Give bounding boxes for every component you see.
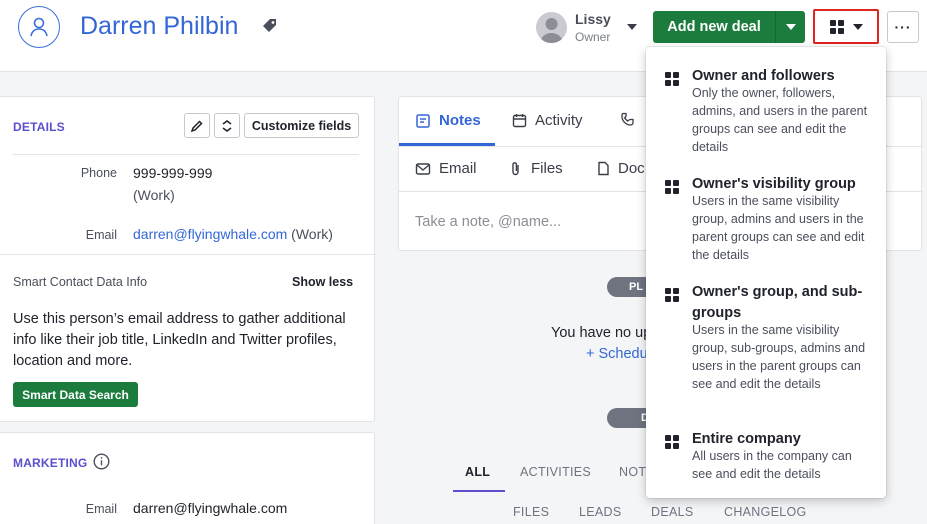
person-avatar <box>18 6 60 48</box>
pencil-icon <box>190 119 203 132</box>
email-label: Email <box>85 228 117 242</box>
visibility-grid-icon <box>665 72 679 86</box>
add-new-deal-button[interactable]: Add new deal <box>653 11 775 43</box>
paperclip-icon <box>512 161 519 175</box>
option-description: Only the owner, followers, admins, and u… <box>692 86 868 154</box>
visibility-grid-icon <box>665 435 679 449</box>
tag-icon[interactable] <box>262 18 278 37</box>
edit-button[interactable] <box>184 113 210 138</box>
customize-fields-button[interactable]: Customize fields <box>244 113 359 138</box>
email-type: (Work) <box>291 226 333 242</box>
visibility-dropdown-menu: Owner and followers Only the owner, foll… <box>646 47 886 498</box>
visibility-button[interactable] <box>813 9 879 44</box>
history-tab-leads[interactable]: LEADS <box>579 505 622 519</box>
owner-chevron-down-icon[interactable] <box>627 24 637 30</box>
user-silhouette-icon <box>540 18 563 43</box>
person-name: Darren Philbin <box>80 12 239 40</box>
smart-data-search-button[interactable]: Smart Data Search <box>13 382 138 407</box>
option-description: Users in the same visibility group, sub-… <box>692 323 866 391</box>
owner-role: Owner <box>575 30 611 44</box>
more-actions-button[interactable]: ··· <box>887 11 919 43</box>
info-icon[interactable] <box>93 453 110 473</box>
tab-email[interactable]: Email <box>415 160 477 177</box>
add-deal-options-button[interactable] <box>775 11 805 43</box>
visibility-option-group-subgroups[interactable]: Owner's group, and sub-groups Users in t… <box>646 282 886 412</box>
tab-files[interactable]: Files <box>509 160 563 177</box>
history-tab-files[interactable]: FILES <box>513 505 549 519</box>
history-tab-all[interactable]: ALL <box>465 465 490 479</box>
empty-activities-text: You have no up <box>551 325 652 341</box>
calendar-icon <box>512 114 527 128</box>
show-less-link[interactable]: Show less <box>292 275 353 289</box>
marketing-section-title: MARKETING <box>13 456 88 470</box>
tab-documents-label: Doc <box>618 160 645 177</box>
option-description: All users in the company can see and edi… <box>692 449 852 481</box>
add-deal-split-button: Add new deal <box>653 11 805 43</box>
chevron-up-down-icon <box>222 119 232 132</box>
marketing-email-label: Email <box>85 502 117 516</box>
phone-type: (Work) <box>133 187 175 203</box>
phone-value-link[interactable]: 999-999-999 <box>133 165 212 181</box>
visibility-grid-icon <box>829 19 844 34</box>
details-section-title: DETAILS <box>13 120 65 134</box>
tab-notes[interactable]: Notes <box>415 112 481 129</box>
history-active-indicator <box>453 490 505 492</box>
smart-data-title: Smart Contact Data Info <box>13 275 148 289</box>
divider <box>0 254 376 255</box>
visibility-grid-icon <box>665 288 679 302</box>
visibility-option-entire-company[interactable]: Entire company All users in the company … <box>646 429 886 484</box>
chevron-down-icon <box>852 23 863 30</box>
notes-icon <box>416 113 430 128</box>
details-card: DETAILS Customize fields Phone 999-999-9… <box>0 96 376 422</box>
tab-files-label: Files <box>531 160 563 177</box>
tab-activity-label: Activity <box>535 112 583 129</box>
visibility-option-owner-followers[interactable]: Owner and followers Only the owner, foll… <box>646 66 886 156</box>
schedule-activity-link[interactable]: + Schedu <box>586 346 648 362</box>
tab-documents[interactable]: Doc <box>597 160 645 177</box>
email-value-link[interactable]: darren@flyingwhale.com <box>133 226 287 242</box>
owner-avatar[interactable] <box>536 12 567 43</box>
person-icon <box>30 17 48 37</box>
visibility-grid-icon <box>665 180 679 194</box>
marketing-email-value: darren@flyingwhale.com <box>133 500 288 516</box>
divider <box>13 154 359 155</box>
phone-label: Phone <box>80 166 117 180</box>
tab-calls[interactable] <box>620 112 635 127</box>
email-value-row: darren@flyingwhale.com (Work) <box>133 226 333 242</box>
call-icon <box>621 112 634 126</box>
chevron-down-icon <box>785 24 796 30</box>
history-tab-activities[interactable]: ACTIVITIES <box>520 465 591 479</box>
history-tab-notes[interactable]: NOT <box>619 465 646 479</box>
note-input[interactable]: Take a note, @name... <box>415 214 561 230</box>
owner-name[interactable]: Lissy <box>575 11 611 27</box>
document-icon <box>598 161 609 176</box>
history-tab-deals[interactable]: DEALS <box>651 505 694 519</box>
smart-data-description: Use this person’s email address to gathe… <box>13 311 346 369</box>
tab-email-label: Email <box>439 160 477 177</box>
reorder-button[interactable] <box>214 113 240 138</box>
marketing-card: MARKETING Email darren@flyingwhale.com <box>0 432 375 524</box>
option-description: Users in the same visibility group, admi… <box>692 194 865 262</box>
history-tab-changelog[interactable]: CHANGELOG <box>724 505 807 519</box>
envelope-icon <box>415 162 431 175</box>
visibility-option-owner-group[interactable]: Owner's visibility group Users in the sa… <box>646 174 886 264</box>
tab-notes-label: Notes <box>439 112 481 129</box>
tab-activity[interactable]: Activity <box>512 112 583 129</box>
option-title: Owner's group, and sub-groups <box>692 284 863 321</box>
